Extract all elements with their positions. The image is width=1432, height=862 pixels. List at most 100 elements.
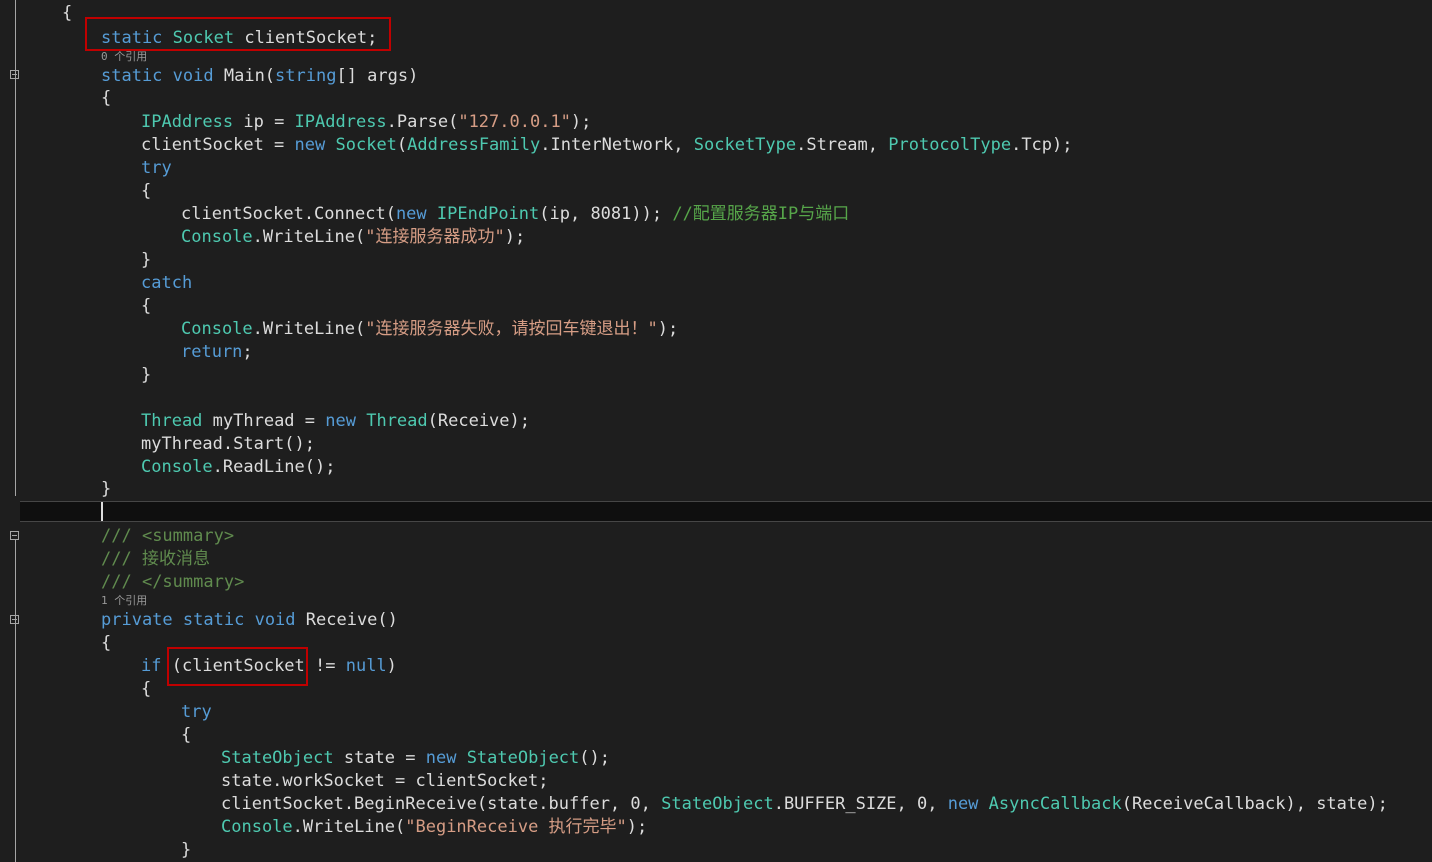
collapse-icon[interactable] <box>10 70 19 79</box>
text-caret <box>101 502 103 521</box>
code-token: Main( <box>213 66 276 86</box>
code-token: Console <box>181 319 253 339</box>
code-token: state = <box>333 748 426 768</box>
code-token: null <box>345 656 387 676</box>
reference-count-codelens[interactable]: 0 个引用 <box>101 50 147 63</box>
code-token: myThread = <box>202 411 326 431</box>
code-line[interactable]: private static void Receive() <box>101 609 398 632</box>
code-token: "连接服务器成功" <box>365 227 505 247</box>
code-token: SocketType <box>693 135 797 155</box>
code-token: try <box>181 702 212 722</box>
code-token: (); <box>579 748 610 768</box>
code-token: catch <box>141 273 193 293</box>
code-token: </summary> <box>141 572 245 592</box>
code-token: "127.0.0.1" <box>458 112 571 132</box>
code-token: } <box>141 365 152 385</box>
code-line[interactable]: catch <box>141 272 192 295</box>
code-line[interactable]: Console.WriteLine("BeginReceive 执行完毕"); <box>221 816 647 839</box>
reference-count-codelens[interactable]: 1 个引用 <box>101 594 147 607</box>
code-line[interactable]: Thread myThread = new Thread(Receive); <box>141 410 530 433</box>
code-line[interactable]: try <box>141 157 172 180</box>
code-line[interactable]: } <box>141 364 151 387</box>
code-line[interactable]: StateObject state = new StateObject(); <box>221 747 610 770</box>
code-token: IPEndPoint <box>436 204 540 224</box>
collapse-icon[interactable] <box>10 615 19 624</box>
code-token: "BeginReceive 执行完毕" <box>405 817 627 837</box>
code-token: ip = <box>233 112 295 132</box>
code-line[interactable]: return; <box>181 341 253 364</box>
code-token: Thread <box>366 411 428 431</box>
code-token: (ip, 8081)); <box>539 204 673 224</box>
code-line[interactable]: clientSocket.BeginReceive(state.buffer, … <box>221 793 1388 816</box>
code-token: /// <box>101 526 142 546</box>
code-token: ); <box>657 319 679 339</box>
collapse-icon[interactable] <box>10 531 19 540</box>
code-line[interactable]: { <box>62 2 72 25</box>
code-token: { <box>141 296 152 316</box>
code-token: { <box>141 181 152 201</box>
code-token: if <box>141 656 162 676</box>
code-token: <summary> <box>141 526 235 546</box>
code-line[interactable]: { <box>181 724 191 747</box>
code-token: } <box>181 840 192 860</box>
code-token: Console <box>181 227 253 247</box>
current-line-highlight <box>20 501 1432 522</box>
code-line[interactable]: } <box>181 839 191 862</box>
code-line[interactable]: /// 接收消息 <box>101 548 210 571</box>
code-line[interactable]: Console.WriteLine("连接服务器失败，请按回车键退出！"); <box>181 318 678 341</box>
code-line[interactable]: clientSocket.Connect(new IPEndPoint(ip, … <box>181 203 849 226</box>
code-token: new <box>947 794 979 814</box>
code-token: { <box>101 88 112 108</box>
code-line[interactable]: { <box>141 180 151 203</box>
code-line[interactable]: /// </summary> <box>101 571 244 594</box>
code-token: { <box>62 3 73 23</box>
code-token: private <box>101 610 173 630</box>
code-token: IPAddress <box>294 112 387 132</box>
code-line[interactable]: Console.WriteLine("连接服务器成功"); <box>181 226 525 249</box>
code-token: (ReceiveCallback), state); <box>1121 794 1388 814</box>
code-token: //配置服务器IP与端口 <box>672 204 850 224</box>
code-line[interactable]: clientSocket = new Socket(AddressFamily.… <box>141 134 1073 157</box>
code-line[interactable]: } <box>101 478 111 501</box>
code-token: "连接服务器失败，请按回车键退出！" <box>365 319 658 339</box>
code-token: { <box>141 679 152 699</box>
code-token: StateObject <box>221 748 334 768</box>
outline-guide <box>15 540 16 862</box>
code-token: [] args) <box>336 66 419 86</box>
code-editor[interactable]: 0 个引用 1 个引用 {static Socket clientSocket;… <box>0 0 1432 862</box>
code-token: ); <box>504 227 526 247</box>
code-line[interactable]: static void Main(string[] args) <box>101 65 418 88</box>
code-line[interactable]: myThread.Start(); <box>141 433 315 456</box>
code-token: state.workSocket = clientSocket; <box>221 771 549 791</box>
code-token: Console <box>141 457 213 477</box>
code-token: new <box>294 135 326 155</box>
code-token: .Parse( <box>386 112 459 132</box>
code-token: Receive() <box>295 610 398 630</box>
code-token: AsyncCallback <box>988 794 1122 814</box>
code-token: new <box>425 748 457 768</box>
code-token: .WriteLine( <box>292 817 406 837</box>
code-line[interactable]: { <box>141 678 151 701</box>
code-line[interactable]: try <box>181 701 212 724</box>
code-line[interactable]: } <box>141 249 151 272</box>
code-token: clientSocket.BeginReceive(state.buffer, … <box>221 794 662 814</box>
code-token: } <box>101 479 112 499</box>
code-token: ) <box>386 656 397 676</box>
code-token: return <box>181 342 243 362</box>
code-line[interactable]: { <box>141 295 151 318</box>
code-token: static <box>182 610 245 630</box>
code-line[interactable]: { <box>101 632 111 655</box>
code-token: clientSocket = <box>141 135 295 155</box>
code-line[interactable]: /// <summary> <box>101 525 234 548</box>
code-line[interactable]: { <box>101 87 111 110</box>
code-token: /// <box>101 572 142 592</box>
code-line[interactable]: state.workSocket = clientSocket; <box>221 770 549 793</box>
code-line[interactable]: Console.ReadLine(); <box>141 456 335 479</box>
code-token: { <box>181 725 192 745</box>
code-line[interactable]: IPAddress ip = IPAddress.Parse("127.0.0.… <box>141 111 591 134</box>
